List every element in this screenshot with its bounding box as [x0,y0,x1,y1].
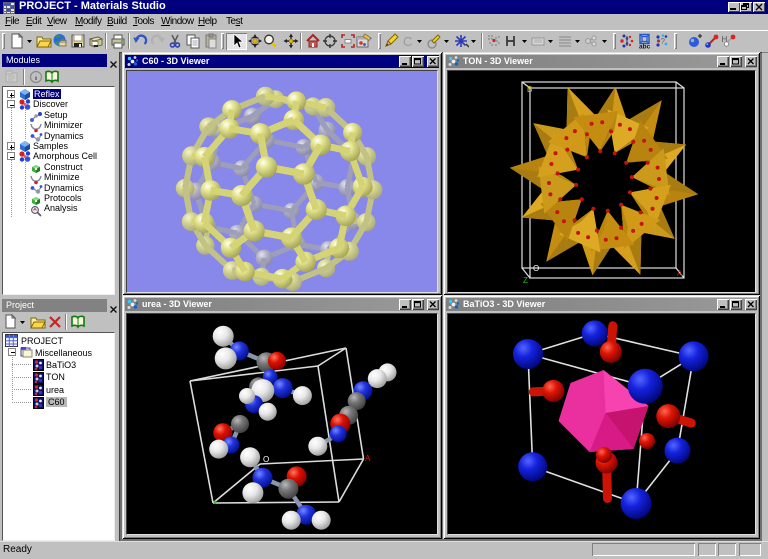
svg-text:C: C [403,34,412,49]
svg-text:B: B [527,85,532,94]
svg-text:O: O [533,264,539,273]
svg-text:?: ? [661,37,666,46]
svg-text:Z: Z [523,276,528,285]
svg-text:O: O [263,455,269,464]
svg-text:A: A [677,269,683,278]
svg-text:abc: abc [639,44,651,50]
svg-text:A: A [365,454,371,463]
